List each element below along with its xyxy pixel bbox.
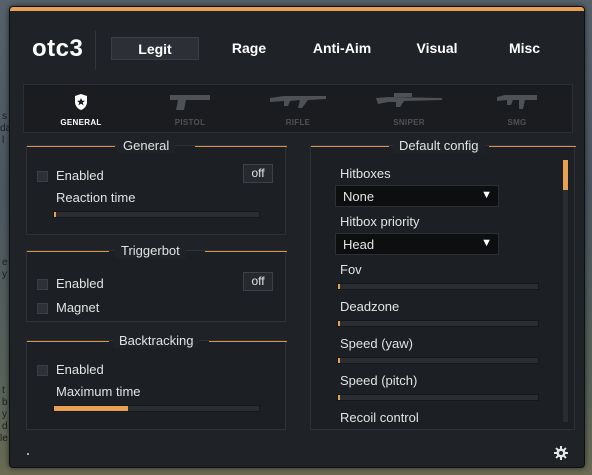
speed-yaw-slider[interactable]	[337, 357, 539, 364]
smg-icon	[497, 95, 537, 109]
reaction-time-label: Reaction time	[56, 190, 136, 205]
gear-icon[interactable]	[554, 446, 568, 460]
background-text: t b y d le	[0, 385, 8, 444]
maximum-time-slider[interactable]	[53, 405, 260, 412]
weapon-label: RIFLE	[285, 118, 311, 127]
hitbox-priority-dropdown[interactable]: Head ▼	[335, 233, 499, 255]
group-backtracking: Backtracking Enabled Maximum time	[26, 333, 287, 430]
group-title: Backtracking	[113, 333, 200, 348]
enabled-label: Enabled	[56, 168, 104, 183]
magnet-label: Magnet	[56, 300, 100, 315]
slider-knob	[54, 212, 56, 217]
app-logo: otc3	[32, 35, 84, 62]
group-triggerbot: Triggerbot Enabled off Magnet	[26, 243, 287, 322]
weapon-tab-smg[interactable]: SMG	[477, 89, 557, 131]
slider-knob	[338, 358, 340, 363]
group-default-config: Default config Hitboxes None ▼ Hitbox pr…	[310, 138, 576, 430]
weapon-tab-general[interactable]: GENERAL	[41, 89, 121, 131]
shield-icon	[75, 94, 87, 110]
triangle-down-icon: ▼	[481, 189, 492, 201]
status-dot	[27, 453, 29, 455]
enabled-label: Enabled	[56, 362, 104, 377]
group-general: General Enabled off Reaction time	[26, 138, 287, 235]
enabled-checkbox[interactable]	[37, 171, 48, 182]
magnet-checkbox[interactable]	[37, 303, 48, 314]
speed-yaw-label: Speed (yaw)	[340, 336, 413, 351]
weapon-label: PISTOL	[174, 118, 206, 127]
deadzone-label: Deadzone	[340, 299, 400, 314]
weapon-label: SMG	[507, 118, 527, 127]
keybind-button[interactable]: off	[243, 164, 273, 183]
tab-anti-aim[interactable]: Anti-Aim	[297, 37, 387, 60]
hitboxes-dropdown[interactable]: None ▼	[335, 185, 499, 207]
slider-knob	[338, 395, 340, 400]
cheat-menu-window: otc3 Legit Rage Anti-Aim Visual Misc GEN…	[9, 6, 585, 468]
triangle-down-icon: ▼	[481, 237, 492, 249]
recoil-control-label: Recoil control	[340, 410, 419, 425]
tab-legit[interactable]: Legit	[111, 37, 199, 60]
weapon-tab-pistol[interactable]: PISTOL	[150, 89, 230, 131]
group-title: Triggerbot	[115, 243, 186, 258]
scrollbar-thumb[interactable]	[563, 160, 568, 190]
rifle-icon	[270, 96, 326, 108]
slider-knob	[338, 284, 340, 289]
speed-pitch-slider[interactable]	[337, 394, 539, 401]
slider-knob	[338, 321, 340, 326]
tab-misc[interactable]: Misc	[487, 37, 562, 60]
dropdown-value: None	[343, 189, 375, 204]
maximum-time-label: Maximum time	[56, 384, 141, 399]
logo-divider	[95, 31, 96, 69]
weapon-selector: GENERAL PISTOL RIFLE SNIPER SMG	[23, 84, 573, 133]
speed-pitch-label: Speed (pitch)	[340, 373, 418, 388]
hitbox-priority-label: Hitbox priority	[340, 214, 420, 229]
enabled-checkbox[interactable]	[37, 279, 48, 290]
hitboxes-label: Hitboxes	[340, 166, 391, 181]
top-nav: otc3 Legit Rage Anti-Aim Visual Misc	[10, 11, 584, 79]
config-scrollbar[interactable]	[563, 160, 568, 422]
deadzone-slider[interactable]	[337, 320, 539, 327]
background-text: e y	[2, 257, 8, 280]
dropdown-value: Head	[343, 237, 375, 252]
slider-fill	[54, 406, 128, 411]
enabled-checkbox[interactable]	[37, 365, 48, 376]
weapon-tab-rifle[interactable]: RIFLE	[258, 89, 338, 131]
tab-rage[interactable]: Rage	[209, 37, 289, 60]
weapon-tab-sniper[interactable]: SNIPER	[369, 89, 449, 131]
group-title: General	[117, 138, 176, 153]
reaction-time-slider[interactable]	[53, 211, 260, 218]
group-title: Default config	[393, 138, 485, 153]
pistol-icon	[170, 95, 210, 110]
weapon-label: GENERAL	[60, 118, 102, 127]
keybind-button[interactable]: off	[243, 272, 273, 291]
weapon-label: SNIPER	[393, 118, 425, 127]
fov-label: Fov	[340, 262, 362, 277]
fov-slider[interactable]	[337, 283, 539, 290]
tab-visual[interactable]: Visual	[397, 37, 477, 60]
enabled-label: Enabled	[56, 276, 104, 291]
sniper-icon	[376, 93, 442, 107]
